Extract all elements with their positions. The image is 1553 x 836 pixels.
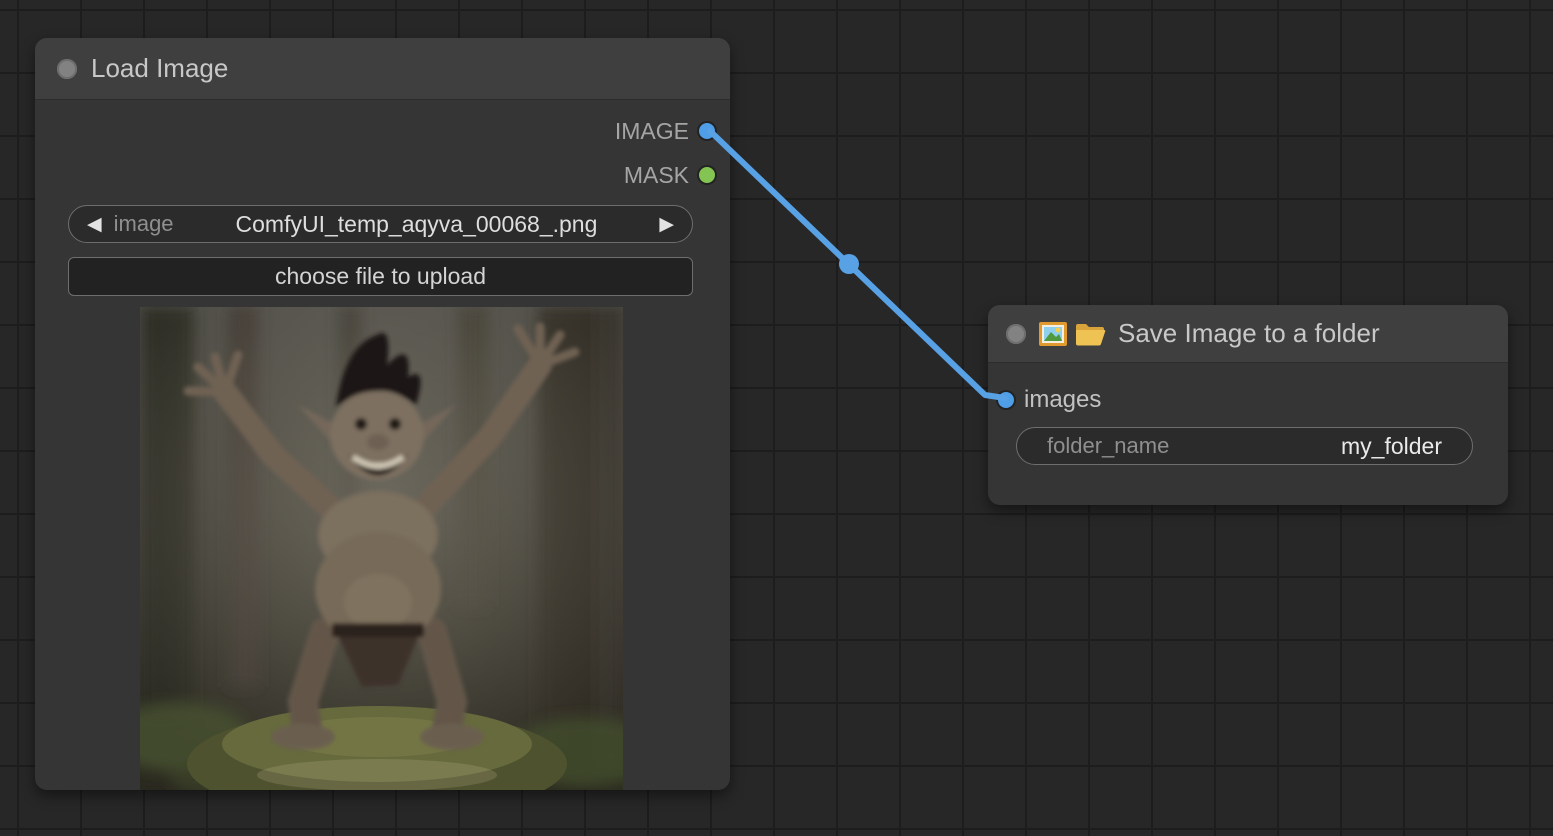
load-image-title-bar[interactable]: Load Image <box>35 38 730 100</box>
output-dot-image[interactable] <box>699 123 715 139</box>
combo-prev-icon[interactable]: ◀ <box>87 215 102 234</box>
node-load-image[interactable]: Load Image IMAGE MASK ◀ image ComfyUI_te… <box>35 38 730 790</box>
output-label-image: IMAGE <box>615 118 689 145</box>
node-title-icons <box>1038 321 1106 347</box>
input-dot-images[interactable] <box>998 392 1014 408</box>
input-label-images: images <box>1024 386 1101 414</box>
input-slot-images: images <box>998 385 1101 415</box>
node-collapse-dot-icon[interactable] <box>1006 324 1026 344</box>
node-graph-canvas[interactable]: Load Image IMAGE MASK ◀ image ComfyUI_te… <box>0 0 1553 836</box>
folder-name-label: folder_name <box>1047 433 1169 459</box>
combo-widget-value[interactable]: ComfyUI_temp_aqyva_00068_.png <box>174 211 660 238</box>
folder-name-value[interactable]: my_folder <box>1341 433 1442 460</box>
node-collapse-dot-icon[interactable] <box>57 59 77 79</box>
output-dot-mask[interactable] <box>699 167 715 183</box>
output-slot-mask: MASK <box>624 160 715 190</box>
folder-name-widget[interactable]: folder_name my_folder <box>1016 427 1473 465</box>
output-slot-image: IMAGE <box>615 116 715 146</box>
load-image-node-title: Load Image <box>91 53 228 84</box>
output-label-mask: MASK <box>624 162 689 189</box>
combo-next-icon[interactable]: ▶ <box>659 215 674 234</box>
image-preview <box>140 307 623 790</box>
combo-widget-label: image <box>114 211 174 237</box>
troll-forest-illustration <box>140 307 623 790</box>
save-image-node-title: Save Image to a folder <box>1118 318 1380 349</box>
node-save-image-to-folder[interactable]: Save Image to a folder images folder_nam… <box>988 305 1508 505</box>
save-image-title-bar[interactable]: Save Image to a folder <box>988 305 1508 363</box>
image-combo-widget[interactable]: ◀ image ComfyUI_temp_aqyva_00068_.png ▶ <box>68 205 693 243</box>
upload-button[interactable]: choose file to upload <box>68 257 693 296</box>
link-image-to-images[interactable] <box>710 131 1005 398</box>
picture-icon <box>1038 321 1068 347</box>
folder-icon <box>1074 321 1106 347</box>
link-midpoint-dot[interactable] <box>839 254 859 274</box>
